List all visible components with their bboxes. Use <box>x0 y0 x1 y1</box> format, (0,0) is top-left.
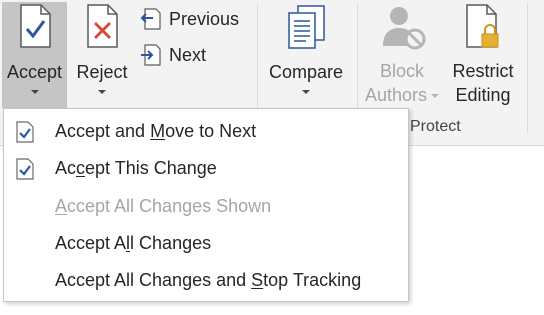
label-part: Accept All Changes and <box>55 269 252 290</box>
compare-label: Compare <box>268 62 344 82</box>
restrict-editing-label-line2: Editing <box>455 85 511 105</box>
next-label: Next <box>169 44 207 65</box>
menu-item-accept-this-change[interactable]: Accept This Change <box>4 150 408 186</box>
menu-item-accept-all-changes[interactable]: Accept All Changes <box>4 225 408 261</box>
previous-change-icon <box>140 8 161 30</box>
menu-item-accept-and-move-to-next[interactable]: Accept and Move to Next <box>4 113 408 149</box>
previous-label: Previous <box>169 8 240 29</box>
block-authors-label-text: Authors <box>364 85 428 105</box>
compare-button[interactable]: Compare <box>262 4 350 94</box>
menu-item-label: Accept All Changes Shown <box>55 196 271 217</box>
menu-item-label: Accept and Move to Next <box>55 121 256 142</box>
label-access-key: S <box>251 269 264 290</box>
chevron-down-icon <box>98 90 106 94</box>
label-access-key: M <box>150 120 166 141</box>
chevron-down-icon <box>431 94 440 99</box>
label-part: ccept All Changes Shown <box>67 195 272 216</box>
ribbon-separator <box>527 4 528 132</box>
next-button[interactable]: Next <box>139 42 206 68</box>
label-part: l Changes <box>130 232 212 253</box>
compare-documents-icon <box>288 5 325 49</box>
label-part: ept This Change <box>85 157 217 178</box>
accept-button[interactable]: Accept <box>2 4 67 94</box>
accept-check-icon <box>16 158 34 180</box>
label-part: ove to Next <box>165 120 257 141</box>
reject-button[interactable]: Reject <box>74 4 130 94</box>
label-part: top Tracking <box>263 269 362 290</box>
label-part: Accept A <box>55 232 127 253</box>
block-authors-button[interactable]: Block Authors <box>362 4 442 107</box>
accept-dropdown-menu: Accept and Move to Next Accept This Chan… <box>3 108 409 302</box>
block-authors-icon <box>383 7 426 50</box>
next-change-icon <box>141 44 161 66</box>
menu-item-accept-all-changes-and-stop-tracking[interactable]: Accept All Changes and Stop Tracking <box>4 262 408 298</box>
label-access-key: A <box>55 195 68 216</box>
label-access-key: c <box>76 157 86 178</box>
accept-document-icon <box>19 4 51 48</box>
accept-check-icon <box>16 121 34 143</box>
chevron-down-icon <box>302 90 310 94</box>
menu-item-accept-all-changes-shown: Accept All Changes Shown <box>4 188 408 224</box>
reject-document-icon <box>87 4 118 48</box>
previous-button[interactable]: Previous <box>139 6 239 32</box>
label-part: Accept and <box>55 120 151 141</box>
label-part: Ac <box>55 157 77 178</box>
restrict-editing-button[interactable]: Restrict Editing <box>447 4 519 107</box>
accept-label: Accept <box>6 62 63 82</box>
restrict-editing-lock-icon <box>466 4 499 48</box>
chevron-down-icon <box>30 90 39 94</box>
reject-label: Reject <box>76 62 128 82</box>
menu-item-label: Accept This Change <box>55 158 217 179</box>
menu-item-label: Accept All Changes and Stop Tracking <box>55 270 361 291</box>
protect-group-label: Protect <box>410 118 461 135</box>
restrict-editing-label-line1: Restrict <box>452 61 514 81</box>
block-authors-label-line1: Block <box>379 61 424 81</box>
block-authors-label-line2: Authors <box>362 83 442 107</box>
menu-item-label: Accept All Changes <box>55 233 211 254</box>
